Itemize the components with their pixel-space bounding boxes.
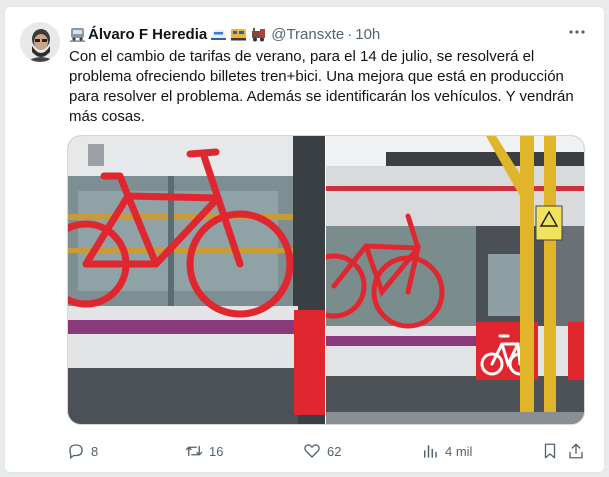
retweet-count: 16 <box>209 443 224 459</box>
tweet-text: Con el cambio de tarifas de verano, para… <box>69 48 574 125</box>
views-chart-icon <box>424 445 437 458</box>
like-button[interactable]: 62 <box>303 442 341 460</box>
avatar[interactable] <box>20 22 60 62</box>
locomotive-emoji-icon <box>252 27 266 41</box>
header-separator: · <box>347 25 353 43</box>
reply-button[interactable]: 8 <box>67 442 98 460</box>
media-photo-1[interactable] <box>68 136 325 424</box>
like-count: 62 <box>327 443 342 459</box>
tweet-timestamp[interactable]: 10h <box>355 26 380 43</box>
retweet-icon <box>185 445 203 457</box>
railway-car-emoji-icon <box>231 28 247 40</box>
reply-count: 8 <box>91 443 99 459</box>
views-count: 4 mil <box>445 443 473 459</box>
more-dots-icon[interactable] <box>566 23 588 41</box>
bookmark-button[interactable] <box>541 442 559 460</box>
heart-icon <box>304 444 320 458</box>
high-speed-train-emoji-icon <box>211 29 227 40</box>
train-emoji-icon <box>70 27 85 42</box>
bookmark-icon <box>544 443 556 459</box>
tweet-media[interactable] <box>67 135 585 425</box>
share-icon <box>569 443 583 459</box>
share-button[interactable] <box>567 442 585 460</box>
author-handle[interactable]: @Transxte <box>271 26 344 43</box>
tweet-card[interactable]: Álvaro F Heredia @Transxte · 10h Con el … <box>4 6 605 473</box>
retweet-button[interactable]: 16 <box>185 442 223 460</box>
reply-icon <box>69 444 83 460</box>
author-name[interactable]: Álvaro F Heredia <box>88 26 207 43</box>
views-button[interactable]: 4 mil <box>421 442 472 460</box>
media-photo-2[interactable] <box>326 136 584 424</box>
